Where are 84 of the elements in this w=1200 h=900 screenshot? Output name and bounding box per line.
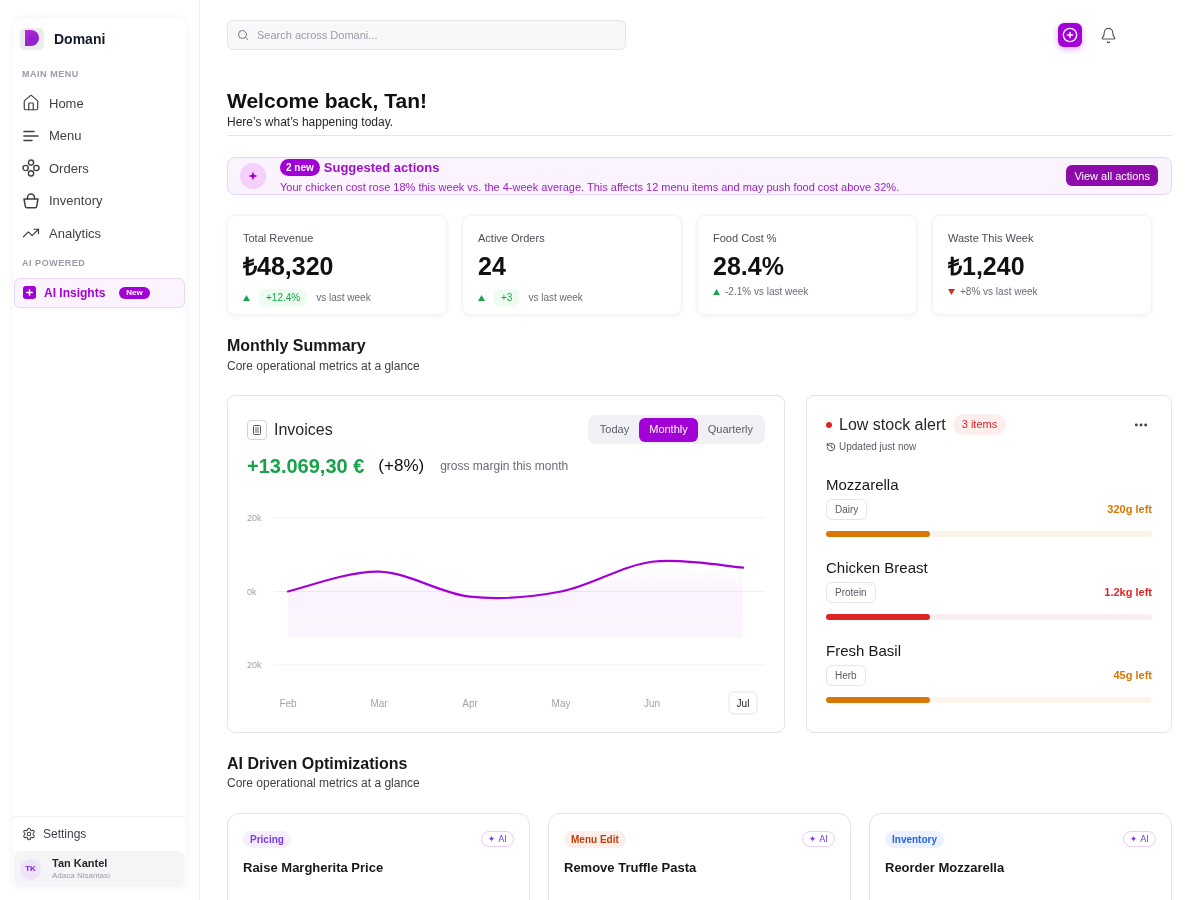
x-tick-label: Jul bbox=[736, 697, 750, 709]
selected-month-label[interactable]: Jul bbox=[728, 691, 758, 714]
item-name: Chicken Breast bbox=[826, 557, 929, 578]
category-tag: Pricing bbox=[243, 830, 291, 848]
category-tag: Dairy bbox=[826, 499, 868, 520]
stat-label: Food Cost % bbox=[713, 230, 778, 245]
section-subtitle: Core operational metrics at a glance bbox=[227, 357, 421, 374]
change-badge: +3 bbox=[494, 288, 520, 307]
add-button[interactable] bbox=[1058, 23, 1082, 47]
stat-label: Active Orders bbox=[478, 230, 546, 245]
card-title: Low stock alert bbox=[839, 414, 946, 435]
period-tab[interactable]: Quarterly bbox=[697, 417, 763, 442]
banner-message: Your chicken cost rose 18% this week vs. the 4-week average. This affects 12 menu items and may push food cost above 32%. bbox=[280, 179, 900, 194]
category-tag: Herb bbox=[826, 665, 866, 686]
category-tag: Protein bbox=[826, 582, 876, 603]
period-tab[interactable]: Monthly bbox=[639, 417, 698, 442]
basket-icon bbox=[22, 191, 40, 210]
plus-square-icon bbox=[23, 286, 36, 299]
brand-name: Domani bbox=[54, 29, 106, 49]
sidebar-item[interactable]: Orders bbox=[13, 152, 186, 185]
change-text: -2.1% vs last week bbox=[725, 284, 809, 299]
view-all-button[interactable]: View all actions bbox=[1066, 165, 1158, 187]
stock-amount: 45g left bbox=[1113, 668, 1152, 684]
stat-label: Total Revenue bbox=[243, 230, 315, 245]
optimization-title: Remove Truffle Pasta bbox=[564, 858, 698, 877]
amount-value: +13.069,30 € bbox=[247, 453, 365, 479]
y-axis-label: 20k bbox=[247, 659, 262, 670]
item-name: Fresh Basil bbox=[826, 640, 903, 661]
section-subtitle: Core operational metrics at a glance bbox=[227, 774, 421, 791]
amount-caption: gross margin this month bbox=[440, 457, 569, 475]
updated-text: Updated just now bbox=[839, 440, 917, 454]
sparkle-icon bbox=[240, 162, 266, 189]
stock-amount: 320g left bbox=[1107, 502, 1152, 518]
stat-value: ₺48,320 bbox=[243, 250, 335, 281]
period-tab[interactable]: Today bbox=[589, 417, 640, 442]
stat-label: Waste This Week bbox=[948, 230, 1035, 245]
count-badge: 2 new bbox=[280, 159, 320, 177]
section-title: AI Driven Optimizations bbox=[227, 753, 409, 774]
category-tag: Inventory bbox=[885, 830, 944, 848]
sidebar-item[interactable]: Menu bbox=[13, 119, 186, 152]
user-name: Tan Kantel bbox=[52, 857, 109, 870]
item-name: Mozzarella bbox=[826, 474, 900, 495]
settings-icon bbox=[22, 826, 36, 841]
page-title: Welcome back, Tan! bbox=[227, 88, 428, 114]
new-badge: New bbox=[119, 286, 150, 299]
logo-icon bbox=[20, 28, 44, 50]
comparison-text: vs last week bbox=[316, 291, 371, 305]
section-title: Monthly Summary bbox=[227, 335, 367, 356]
search-icon bbox=[237, 29, 249, 41]
settings-link[interactable]: Settings bbox=[13, 825, 87, 842]
banner-title: Suggested actions bbox=[323, 159, 440, 177]
comparison-text: vs last week bbox=[528, 291, 583, 305]
sidebar-item[interactable]: Home bbox=[13, 87, 186, 120]
history-icon bbox=[826, 441, 836, 452]
stat-value: 24 bbox=[478, 250, 507, 281]
y-axis-label: 0k bbox=[247, 586, 257, 596]
page-subtitle: Here’s what’s happening today. bbox=[227, 114, 395, 130]
user-avatar: TK bbox=[20, 858, 41, 880]
change-badge: +12.4% bbox=[259, 288, 308, 307]
change-text: +8% vs last week bbox=[960, 284, 1038, 299]
alert-dot-icon bbox=[826, 421, 832, 428]
bell-icon[interactable] bbox=[1100, 26, 1117, 44]
stat-value: 28.4% bbox=[713, 250, 785, 281]
section-heading: AI POWERED bbox=[21, 256, 87, 269]
stock-amount: 1.2kg left bbox=[1104, 585, 1152, 601]
search-field[interactable]: Search across Domani... bbox=[227, 20, 626, 50]
circles-icon bbox=[22, 159, 40, 178]
plus-circle-icon bbox=[1062, 27, 1078, 43]
sidebar-item[interactable]: AI Insights New bbox=[14, 277, 185, 308]
count-badge: 3 items bbox=[952, 414, 1007, 435]
optimization-title: Raise Margherita Price bbox=[243, 858, 385, 877]
user-card[interactable]: TK Tan Kantel Adaca Nisantası bbox=[14, 851, 185, 887]
stat-value: ₺1,240 bbox=[948, 250, 1026, 281]
user-location: Adaca Nisantası bbox=[52, 870, 111, 881]
optimization-title: Reorder Mozzarella bbox=[885, 858, 1006, 877]
section-heading: MAIN MENU bbox=[21, 68, 80, 80]
category-tag: Menu Edit bbox=[564, 830, 626, 848]
sidebar-item[interactable]: Inventory bbox=[13, 184, 186, 217]
card-title: Invoices bbox=[274, 419, 333, 440]
sidebar-item[interactable]: Analytics bbox=[13, 217, 186, 250]
document-icon bbox=[247, 419, 267, 440]
change-value: (+8%) bbox=[378, 454, 425, 477]
home-icon bbox=[22, 94, 40, 113]
y-axis-label: 20k bbox=[247, 512, 262, 523]
